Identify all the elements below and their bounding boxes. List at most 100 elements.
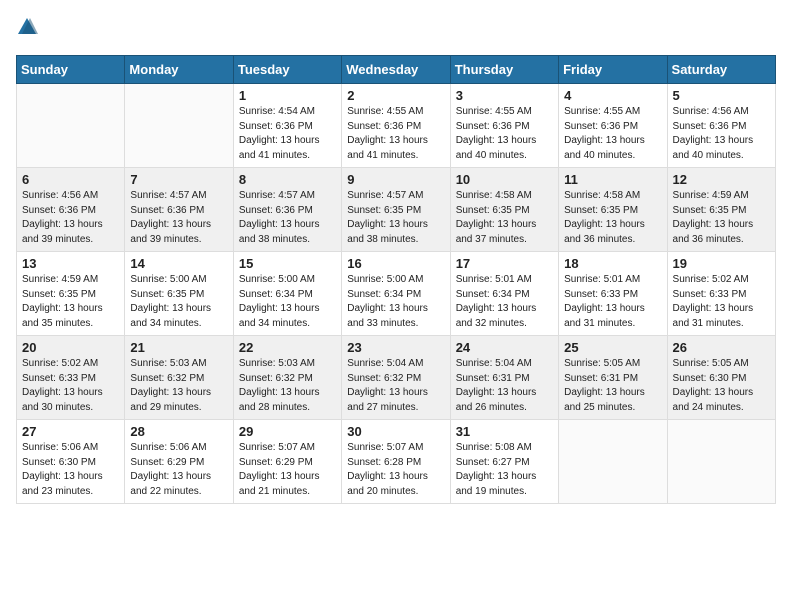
weekday-header-row: SundayMondayTuesdayWednesdayThursdayFrid… <box>17 56 776 84</box>
calendar-cell: 1Sunrise: 4:54 AMSunset: 6:36 PMDaylight… <box>233 84 341 168</box>
calendar-cell: 5 Sunrise: 4:56 AMSunset: 6:36 PMDaylight… <box>667 84 775 168</box>
day-number: 28 <box>130 424 227 439</box>
day-number: 17 <box>456 256 553 271</box>
calendar-cell: 14 Sunrise: 5:00 AMSunset: 6:35 PMDayligh… <box>125 252 233 336</box>
day-detail: Sunrise: 5:02 AMSunset: 6:33 PMDaylight:… <box>22 357 119 415</box>
day-detail: Sunrise: 5:05 AMSunset: 6:30 PMDaylight:… <box>673 357 770 415</box>
day-detail: Sunrise: 5:07 AMSunset: 6:28 PMDaylight:… <box>347 441 444 499</box>
page-header <box>16 16 776 43</box>
calendar-week-row: 20 Sunrise: 5:02 AMSunset: 6:33 PMDayligh… <box>17 336 776 420</box>
calendar-cell: 20 Sunrise: 5:02 AMSunset: 6:33 PMDayligh… <box>17 336 125 420</box>
day-detail: Sunrise: 4:57 AMSunset: 6:35 PMDaylight:… <box>347 189 444 247</box>
calendar-cell <box>125 84 233 168</box>
calendar-week-row: 1Sunrise: 4:54 AMSunset: 6:36 PMDaylight… <box>17 84 776 168</box>
day-detail: Sunrise: 4:55 AMSunset: 6:36 PMDaylight:… <box>564 105 661 163</box>
day-detail: Sunrise: 4:59 AMSunset: 6:35 PMDaylight:… <box>673 189 770 247</box>
calendar-cell: 30 Sunrise: 5:07 AMSunset: 6:28 PMDayligh… <box>342 420 450 504</box>
calendar-cell: 3Sunrise: 4:55 AMSunset: 6:36 PMDaylight… <box>450 84 558 168</box>
calendar-week-row: 13 Sunrise: 4:59 AMSunset: 6:35 PMDayligh… <box>17 252 776 336</box>
day-number: 26 <box>673 340 770 355</box>
weekday-header-cell: Monday <box>125 56 233 84</box>
calendar-week-row: 6 Sunrise: 4:56 AMSunset: 6:36 PMDaylight… <box>17 168 776 252</box>
day-number: 19 <box>673 256 770 271</box>
day-number: 27 <box>22 424 119 439</box>
day-number: 25 <box>564 340 661 355</box>
calendar-body: 1Sunrise: 4:54 AMSunset: 6:36 PMDaylight… <box>17 84 776 504</box>
weekday-header-cell: Saturday <box>667 56 775 84</box>
day-number: 30 <box>347 424 444 439</box>
day-number: 5 <box>673 88 770 103</box>
calendar-cell: 26 Sunrise: 5:05 AMSunset: 6:30 PMDayligh… <box>667 336 775 420</box>
day-number: 11 <box>564 172 661 187</box>
calendar-cell: 23 Sunrise: 5:04 AMSunset: 6:32 PMDayligh… <box>342 336 450 420</box>
day-detail: Sunrise: 5:01 AMSunset: 6:34 PMDaylight:… <box>456 273 553 331</box>
day-number: 3 <box>456 88 553 103</box>
day-number: 6 <box>22 172 119 187</box>
calendar-cell: 24Sunrise: 5:04 AMSunset: 6:31 PMDayligh… <box>450 336 558 420</box>
weekday-header-cell: Sunday <box>17 56 125 84</box>
day-detail: Sunrise: 5:07 AMSunset: 6:29 PMDaylight:… <box>239 441 336 499</box>
calendar-cell: 29 Sunrise: 5:07 AMSunset: 6:29 PMDayligh… <box>233 420 341 504</box>
calendar-cell: 21 Sunrise: 5:03 AMSunset: 6:32 PMDayligh… <box>125 336 233 420</box>
calendar-cell: 31 Sunrise: 5:08 AMSunset: 6:27 PMDayligh… <box>450 420 558 504</box>
day-detail: Sunrise: 4:56 AMSunset: 6:36 PMDaylight:… <box>673 105 770 163</box>
calendar-cell: 13 Sunrise: 4:59 AMSunset: 6:35 PMDayligh… <box>17 252 125 336</box>
weekday-header-cell: Thursday <box>450 56 558 84</box>
calendar-week-row: 27 Sunrise: 5:06 AMSunset: 6:30 PMDayligh… <box>17 420 776 504</box>
day-detail: Sunrise: 5:03 AMSunset: 6:32 PMDaylight:… <box>130 357 227 415</box>
calendar-cell: 28 Sunrise: 5:06 AMSunset: 6:29 PMDayligh… <box>125 420 233 504</box>
day-number: 12 <box>673 172 770 187</box>
day-detail: Sunrise: 5:05 AMSunset: 6:31 PMDaylight:… <box>564 357 661 415</box>
day-number: 1 <box>239 88 336 103</box>
day-number: 16 <box>347 256 444 271</box>
day-detail: Sunrise: 5:06 AMSunset: 6:30 PMDaylight:… <box>22 441 119 499</box>
calendar-cell: 25 Sunrise: 5:05 AMSunset: 6:31 PMDayligh… <box>559 336 667 420</box>
day-number: 15 <box>239 256 336 271</box>
weekday-header-cell: Wednesday <box>342 56 450 84</box>
day-number: 31 <box>456 424 553 439</box>
calendar-cell: 2Sunrise: 4:55 AMSunset: 6:36 PMDaylight… <box>342 84 450 168</box>
day-number: 10 <box>456 172 553 187</box>
day-number: 8 <box>239 172 336 187</box>
day-detail: Sunrise: 5:03 AMSunset: 6:32 PMDaylight:… <box>239 357 336 415</box>
day-number: 23 <box>347 340 444 355</box>
day-number: 18 <box>564 256 661 271</box>
day-detail: Sunrise: 4:56 AMSunset: 6:36 PMDaylight:… <box>22 189 119 247</box>
calendar-cell: 8Sunrise: 4:57 AMSunset: 6:36 PMDaylight… <box>233 168 341 252</box>
day-detail: Sunrise: 5:08 AMSunset: 6:27 PMDaylight:… <box>456 441 553 499</box>
day-number: 14 <box>130 256 227 271</box>
calendar-cell: 10Sunrise: 4:58 AMSunset: 6:35 PMDayligh… <box>450 168 558 252</box>
calendar-cell: 6 Sunrise: 4:56 AMSunset: 6:36 PMDaylight… <box>17 168 125 252</box>
day-number: 22 <box>239 340 336 355</box>
day-number: 24 <box>456 340 553 355</box>
day-detail: Sunrise: 5:02 AMSunset: 6:33 PMDaylight:… <box>673 273 770 331</box>
calendar-cell: 4 Sunrise: 4:55 AMSunset: 6:36 PMDaylight… <box>559 84 667 168</box>
day-detail: Sunrise: 5:04 AMSunset: 6:32 PMDaylight:… <box>347 357 444 415</box>
calendar-cell: 22 Sunrise: 5:03 AMSunset: 6:32 PMDayligh… <box>233 336 341 420</box>
day-detail: Sunrise: 4:58 AMSunset: 6:35 PMDaylight:… <box>564 189 661 247</box>
day-number: 29 <box>239 424 336 439</box>
calendar-cell: 19 Sunrise: 5:02 AMSunset: 6:33 PMDayligh… <box>667 252 775 336</box>
day-detail: Sunrise: 4:55 AMSunset: 6:36 PMDaylight:… <box>347 105 444 163</box>
logo-icon <box>16 16 38 38</box>
day-detail: Sunrise: 5:00 AMSunset: 6:35 PMDaylight:… <box>130 273 227 331</box>
calendar-cell: 11 Sunrise: 4:58 AMSunset: 6:35 PMDayligh… <box>559 168 667 252</box>
calendar-cell: 27 Sunrise: 5:06 AMSunset: 6:30 PMDayligh… <box>17 420 125 504</box>
calendar-cell: 7Sunrise: 4:57 AMSunset: 6:36 PMDaylight… <box>125 168 233 252</box>
calendar-cell: 17 Sunrise: 5:01 AMSunset: 6:34 PMDayligh… <box>450 252 558 336</box>
day-number: 13 <box>22 256 119 271</box>
weekday-header-cell: Friday <box>559 56 667 84</box>
calendar-cell: 18Sunrise: 5:01 AMSunset: 6:33 PMDayligh… <box>559 252 667 336</box>
day-number: 4 <box>564 88 661 103</box>
day-number: 21 <box>130 340 227 355</box>
day-detail: Sunrise: 5:06 AMSunset: 6:29 PMDaylight:… <box>130 441 227 499</box>
day-number: 20 <box>22 340 119 355</box>
calendar-cell <box>667 420 775 504</box>
calendar-cell <box>17 84 125 168</box>
day-detail: Sunrise: 4:59 AMSunset: 6:35 PMDaylight:… <box>22 273 119 331</box>
calendar-cell: 12 Sunrise: 4:59 AMSunset: 6:35 PMDayligh… <box>667 168 775 252</box>
day-detail: Sunrise: 5:00 AMSunset: 6:34 PMDaylight:… <box>239 273 336 331</box>
day-number: 9 <box>347 172 444 187</box>
calendar-cell <box>559 420 667 504</box>
calendar-cell: 16Sunrise: 5:00 AMSunset: 6:34 PMDayligh… <box>342 252 450 336</box>
